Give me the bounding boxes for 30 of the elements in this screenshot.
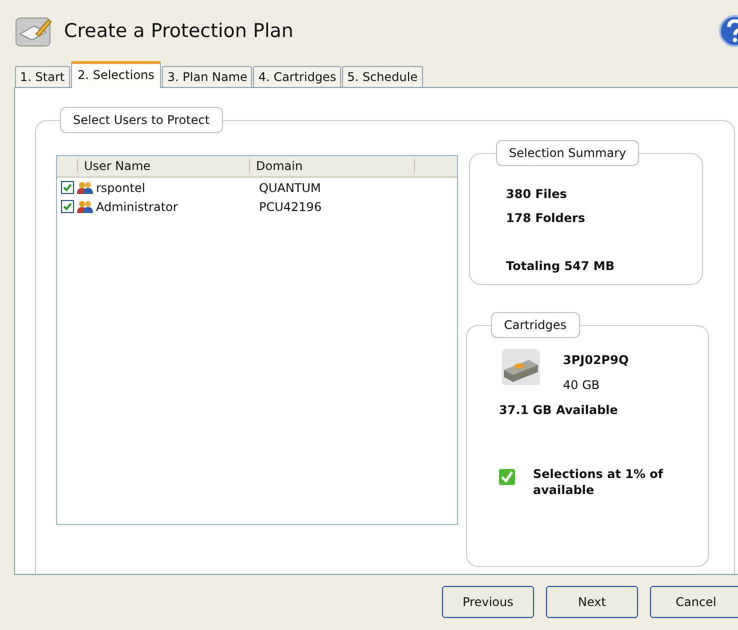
users-icon [76,180,94,194]
group-title: Select Users to Protect [60,107,223,133]
tab[interactable]: 2. Selections [70,61,162,88]
checkbox[interactable] [61,181,74,194]
file-count: 380 Files [506,186,568,203]
window-title: Create a Protection Plan [64,20,294,42]
folder-count: 178 Folders [506,210,586,227]
tab[interactable]: 3. Plan Name [162,66,252,87]
table-cell: PCU42196 [259,200,322,214]
total-size: Totaling 547 MB [506,258,616,275]
dialog-button[interactable]: Previous [442,586,534,618]
column-header[interactable]: Domain [249,159,415,173]
table-cell-text: rspontel [96,180,146,194]
group-title: Cartridges [491,312,580,338]
cartridge-icon [501,348,541,386]
cartridge-capacity: 40 GB [563,377,601,394]
tab[interactable]: 5. Schedule [342,66,423,87]
table-cell-text: Administrator [96,200,179,214]
tab[interactable]: 4. Cartridges [253,66,342,87]
dialog-button[interactable]: Cancel [650,586,738,618]
users-icon [76,200,94,214]
available-space: 37.1 GB Available [499,402,619,419]
table-cell: QUANTUM [259,180,321,194]
group-title: Selection Summary [496,140,640,166]
dialog-button[interactable]: Next [546,586,638,618]
column-header[interactable]: User Name [77,159,249,173]
tab[interactable]: 1. Start [15,66,70,87]
checkbox[interactable] [61,200,74,213]
cartridge-name: 3PJ02P9Q [563,352,629,369]
status-message: Selections at 1% of available [533,466,664,498]
